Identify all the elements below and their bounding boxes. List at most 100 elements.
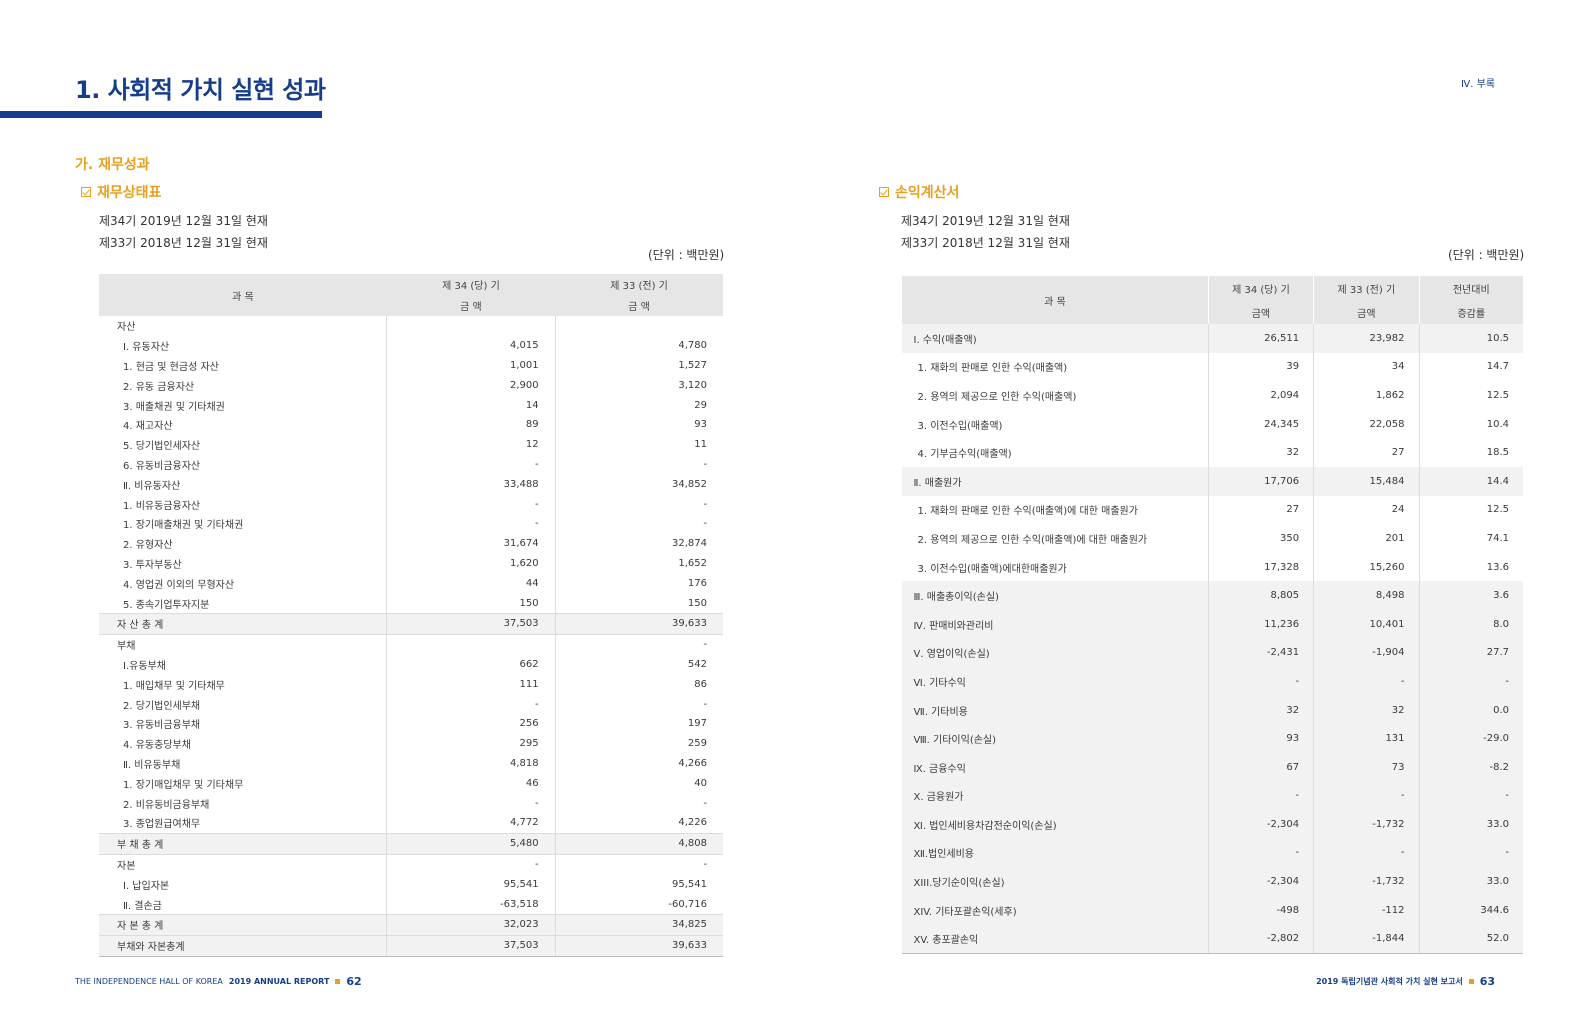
- footer-report-name: 2019 ANNUAL REPORT: [228, 977, 330, 986]
- row-change-rate: 3.6: [1418, 581, 1523, 610]
- row-value-prev: 3,120: [554, 375, 723, 396]
- table-row: 4. 재고자산 89 93: [99, 414, 723, 435]
- row-label: Ⅵ. 기타수익: [901, 667, 1209, 696]
- row-change-rate: 18.5: [1418, 438, 1523, 467]
- footer-right: 2019 독립기념관 사회적 가치 실현 보고서 63: [1316, 975, 1495, 988]
- row-value-prev: 4,780: [554, 335, 723, 356]
- row-label: XV. 총포괄손익: [901, 924, 1209, 955]
- row-label: 자 본 총 계: [99, 913, 387, 936]
- table-row: Ⅶ. 기타비용 32 32 0.0: [901, 695, 1523, 725]
- income-statement-heading-label: 손익계산서: [895, 185, 960, 201]
- row-value-prev: 34,825: [554, 913, 723, 936]
- table-row: 자산: [99, 316, 723, 336]
- row-value-prev: 39,633: [554, 934, 723, 957]
- row-label: Ⅸ. 금융수익: [901, 752, 1209, 782]
- row-value-prev: 197: [554, 713, 723, 734]
- row-value-prev: -: [554, 634, 723, 655]
- table-row: XV. 총포괄손익 -2,802 -1,844 52.0: [901, 924, 1523, 955]
- income-statement-unit: (단위 : 백만원): [1448, 248, 1525, 262]
- table-row: 4. 유동충당부채 295 259: [99, 733, 723, 754]
- row-value-prev: 1,862: [1313, 381, 1420, 410]
- row-value-cur: 89: [386, 414, 556, 435]
- row-value-cur: 4,772: [386, 812, 556, 834]
- row-value-cur: -: [386, 793, 556, 813]
- balance-sheet-period-1: 제34기 2019년 12월 31일 현재: [99, 214, 268, 228]
- row-value-cur: 1,001: [386, 355, 556, 376]
- row-value-cur: 32: [1207, 695, 1314, 725]
- row-label: Ⅱ. 비유동자산: [123, 480, 181, 492]
- row-value-prev: -1,732: [1313, 810, 1420, 839]
- row-value-prev: 15,484: [1313, 466, 1420, 496]
- table-row: 자본 - -: [99, 854, 723, 875]
- row-value-cur: 24,345: [1207, 409, 1314, 439]
- column-header-cur-period: 제 34 (당) 기: [1207, 276, 1314, 300]
- row-change-rate: 52.0: [1418, 924, 1523, 955]
- row-value-prev: 131: [1313, 724, 1420, 753]
- row-value-cur: 1,620: [386, 553, 556, 574]
- row-value-cur: -2,802: [1207, 924, 1314, 955]
- row-value-prev: -: [554, 854, 723, 875]
- row-value-cur: -2,304: [1207, 867, 1314, 896]
- row-value-prev: -: [554, 694, 723, 714]
- row-value-cur: [386, 316, 556, 336]
- row-label: Ⅷ. 기타이익(손실): [901, 724, 1209, 753]
- row-label: 1. 매입채무 및 기타채무: [123, 680, 225, 692]
- row-label: Ⅹ. 금융원가: [901, 781, 1209, 811]
- row-value-cur: 11,236: [1207, 609, 1314, 639]
- row-value-cur: 12: [386, 434, 556, 455]
- row-value-prev: 1,652: [554, 553, 723, 574]
- table-row: Ⅱ. 비유동자산 33,488 34,852: [99, 474, 723, 495]
- row-value-prev: 86: [554, 674, 723, 695]
- table-row: Ⅵ. 기타수익 - - -: [901, 667, 1523, 696]
- row-label: 자산: [117, 322, 136, 334]
- column-header-item: 과 목: [901, 276, 1209, 324]
- table-row: Ⅺ. 법인세비용차감전순이익(손실) -2,304 -1,732 33.0: [901, 810, 1523, 839]
- table-row: 6. 유동비금융자산 - -: [99, 454, 723, 475]
- balance-sheet-unit: (단위 : 백만원): [648, 248, 725, 262]
- table-row: Ⅰ.유동부채 662 542: [99, 654, 723, 675]
- row-value-cur: -63,518: [386, 894, 556, 915]
- row-label: 3. 매출채권 및 기타채권: [123, 401, 225, 413]
- row-label: Ⅱ. 결손금: [123, 900, 162, 912]
- table-row: Ⅱ. 비유동부채 4,818 4,266: [99, 753, 723, 774]
- row-value-cur: 32,023: [386, 913, 556, 936]
- row-value-cur: 2,094: [1207, 381, 1314, 410]
- table-row: 2. 용역의 제공으로 인한 수익(매출액) 2,094 1,862 12.5: [902, 381, 1523, 410]
- row-value-cur: -: [1207, 838, 1314, 868]
- row-value-prev: 150: [554, 593, 723, 614]
- row-label: Ⅱ. 매출원가: [901, 466, 1209, 496]
- row-value-prev: -60,716: [554, 894, 723, 915]
- column-header-amount-prev: 금 액: [555, 295, 723, 316]
- row-label: 2. 유동 금융자산: [123, 381, 195, 393]
- table-row: 1. 재화의 판매로 인한 수익(매출액)에 대한 매출원가 27 24 12.5: [902, 495, 1523, 525]
- row-value-cur: [386, 634, 556, 655]
- row-label: Ⅴ. 영업이익(손실): [901, 638, 1209, 668]
- row-change-rate: 344.6: [1418, 895, 1523, 925]
- column-header-amount-cur: 금 액: [386, 295, 556, 316]
- row-value-cur: 17,706: [1207, 466, 1314, 496]
- row-label: Ⅺ. 법인세비용차감전순이익(손실): [901, 810, 1209, 839]
- row-value-cur: 350: [1207, 524, 1314, 553]
- row-value-prev: 32: [1313, 695, 1420, 725]
- row-change-rate: 12.5: [1418, 495, 1523, 525]
- row-value-prev: 542: [554, 654, 723, 675]
- row-value-prev: 39,633: [554, 612, 723, 635]
- row-value-cur: 111: [386, 674, 556, 695]
- row-value-prev: 8,498: [1313, 581, 1420, 610]
- table-row: 3. 매출채권 및 기타채권 14 29: [99, 395, 723, 415]
- row-value-cur: 295: [386, 733, 556, 754]
- row-value-prev: 10,401: [1313, 609, 1420, 639]
- row-label: 자 산 총 계: [99, 612, 387, 635]
- row-change-rate: -: [1418, 781, 1523, 811]
- row-value-cur: 150: [386, 593, 556, 614]
- row-value-prev: 32,874: [554, 533, 723, 554]
- row-label: XIV. 기타포괄손익(세후): [901, 895, 1209, 925]
- row-value-prev: 24: [1313, 495, 1420, 525]
- row-value-prev: 4,266: [554, 753, 723, 774]
- row-value-cur: -: [386, 454, 556, 475]
- column-header-prev-period: 제 33 (전) 기: [1313, 276, 1420, 300]
- row-change-rate: 33.0: [1418, 867, 1523, 896]
- section-heading: 가. 재무성과: [75, 157, 150, 173]
- row-value-cur: 662: [386, 654, 556, 675]
- row-value-prev: 259: [554, 733, 723, 754]
